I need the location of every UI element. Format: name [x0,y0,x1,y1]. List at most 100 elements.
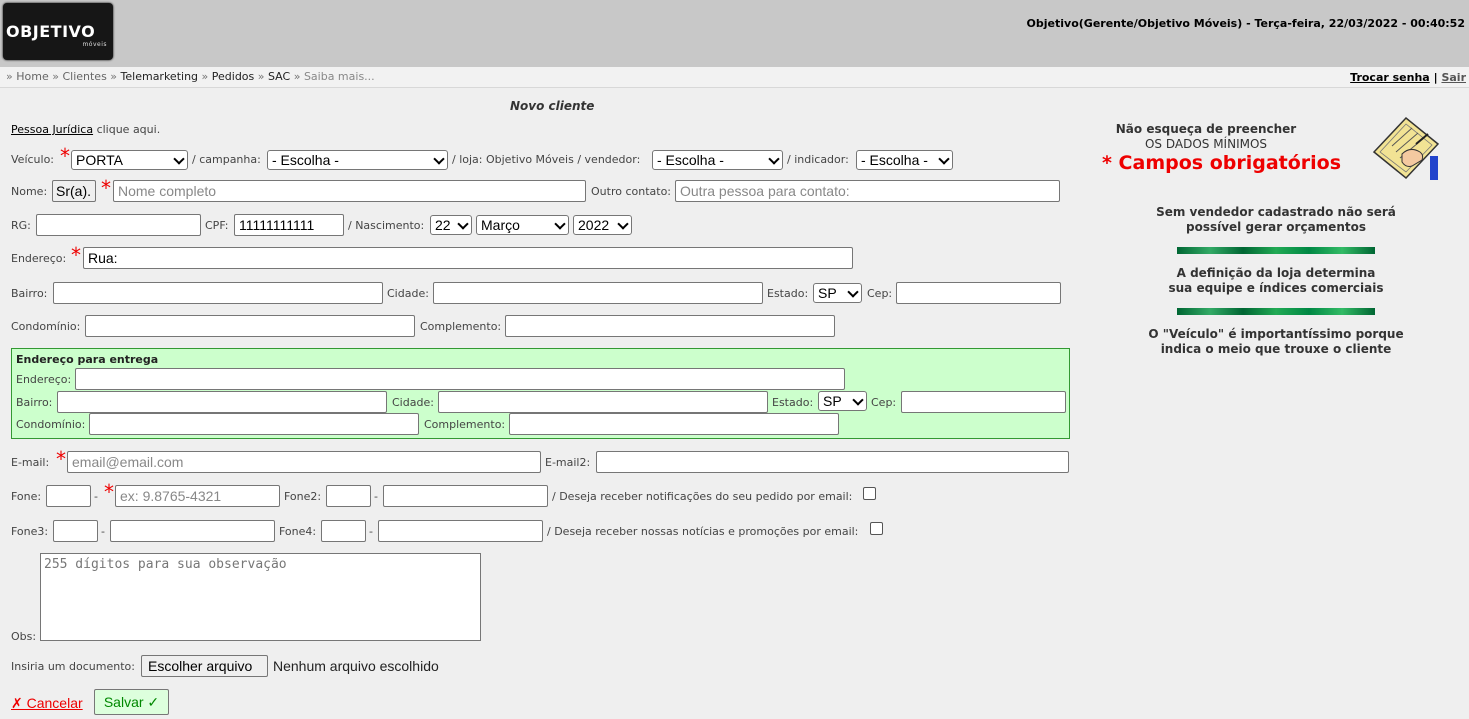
complemento-input[interactable] [505,315,835,337]
fone4-label: Fone4: [279,525,317,538]
rg-input[interactable] [36,214,201,236]
delivery-complemento-label: Complemento: [424,418,506,431]
fone3-input[interactable] [110,520,275,542]
promo-checkbox[interactable] [870,522,883,535]
cidade-label: Cidade: [387,287,429,300]
treatment-button[interactable]: Sr(a). [52,180,96,202]
cancel-link[interactable]: ✗ Cancelar [11,695,83,712]
chevron-down-icon [847,286,859,298]
delivery-complemento-input[interactable] [509,413,839,435]
fone-input[interactable] [115,485,280,507]
pj-suffix: clique aqui. [96,123,161,136]
breadcrumb-clientes[interactable]: Clientes [62,70,106,83]
birth-year-select[interactable]: 2022 [573,215,632,235]
chevron-down-icon [938,153,950,165]
endereco-input[interactable] [83,247,853,269]
indicador-label: / indicador: [787,153,849,166]
notif-checkbox[interactable] [863,487,876,500]
tip-loja-line1: A definição da loja determina [1176,266,1376,280]
veiculo-label: Veículo: [11,153,55,166]
nome-label: Nome: [11,185,48,198]
fone-ddd-input[interactable] [46,485,91,507]
dash: - [94,490,98,503]
fone2-label: Fone2: [284,490,322,503]
indicador-select[interactable]: - Escolha - [856,150,953,170]
estado-label: Estado: [767,287,809,300]
pessoa-juridica-link[interactable]: Pessoa Jurídica [11,123,93,136]
outro-contato-input[interactable] [675,180,1060,202]
obs-textarea[interactable] [40,553,481,641]
choose-file-button[interactable]: Escolher arquivo [141,655,268,677]
breadcrumb-sep: » [52,70,59,83]
condominio-label: Condomínio: [11,320,81,333]
delivery-condominio-label: Condomínio: [16,418,86,431]
fone2-input[interactable] [383,485,548,507]
breadcrumb-saiba-mais[interactable]: Saiba mais... [304,70,375,83]
company-logo[interactable]: OBJETIVO móveis [3,3,113,60]
birth-day-select[interactable]: 22 [430,215,472,235]
top-header [0,0,1469,67]
breadcrumb-telemarketing[interactable]: Telemarketing [121,70,199,83]
fone-label: Fone: [11,490,42,503]
user-info: Objetivo(Gerente/Objetivo Móveis) - Terç… [1026,17,1465,30]
chevron-down-icon [852,394,864,406]
tip-veiculo-line1: O "Veículo" é importantíssimo porque [1148,327,1404,341]
campanha-label: / campanha: [192,153,261,166]
tip-vendedor-line2: possível gerar orçamentos [1185,220,1366,234]
logout-link[interactable]: Sair [1441,71,1466,84]
delivery-cidade-label: Cidade: [392,396,434,409]
delivery-estado-select[interactable]: SP [818,391,867,411]
condominio-input[interactable] [85,315,415,337]
save-button[interactable]: Salvar ✓ [94,689,169,715]
cpf-input[interactable] [234,214,344,236]
chevron-down-icon [173,153,185,165]
cidade-input[interactable] [433,282,763,304]
fone2-ddd-input[interactable] [326,485,371,507]
cep-label: Cep: [867,287,893,300]
chevron-down-icon [617,218,629,230]
delivery-title: Endereço para entrega [16,353,159,366]
fone3-ddd-input[interactable] [53,520,98,542]
complemento-label: Complemento: [420,320,502,333]
breadcrumb-sac[interactable]: SAC [268,70,290,83]
divider-stripe [1177,247,1375,254]
delivery-condominio-input[interactable] [89,413,419,435]
bairro-input[interactable] [53,282,383,304]
email2-label: E-mail2: [545,456,591,469]
fone4-input[interactable] [378,520,543,542]
promo-label: / Deseja receber nossas notícias e promo… [547,525,859,538]
delivery-cep-label: Cep: [871,396,897,409]
notif-label: / Deseja receber notificações do seu ped… [552,490,853,503]
nome-input[interactable] [113,180,586,202]
breadcrumb-home[interactable]: Home [16,70,48,83]
vendedor-select[interactable]: - Escolha - [652,150,783,170]
dash: - [374,490,378,503]
veiculo-select[interactable]: PORTA [71,150,188,170]
fone4-ddd-input[interactable] [321,520,366,542]
birth-day-value: 22 [435,217,451,233]
campanha-select[interactable]: - Escolha - [267,150,448,170]
veiculo-value: PORTA [76,152,123,168]
estado-select[interactable]: SP [813,283,862,303]
notepad-icon [1372,114,1444,182]
change-password-link[interactable]: Trocar senha [1350,71,1430,84]
rg-label: RG: [11,219,31,232]
delivery-endereco-input[interactable] [75,368,845,390]
delivery-estado-label: Estado: [772,396,814,409]
chevron-down-icon [457,218,469,230]
birth-year-value: 2022 [578,217,610,233]
delivery-cep-input[interactable] [901,391,1066,413]
email2-input[interactable] [596,451,1069,473]
cep-input[interactable] [896,282,1061,304]
delivery-bairro-input[interactable] [57,391,387,413]
required-star: * [56,447,66,471]
birth-month-select[interactable]: Março [476,215,569,235]
breadcrumb: » Home » Clientes » Telemarketing » Pedi… [6,70,375,83]
breadcrumb-pedidos[interactable]: Pedidos [212,70,255,83]
email-input[interactable] [67,451,541,473]
endereco-label: Endereço: [11,252,67,265]
chevron-down-icon [768,153,780,165]
delivery-cidade-input[interactable] [438,391,768,413]
campanha-value: - Escolha - [272,152,339,168]
required-star: * [60,144,70,168]
